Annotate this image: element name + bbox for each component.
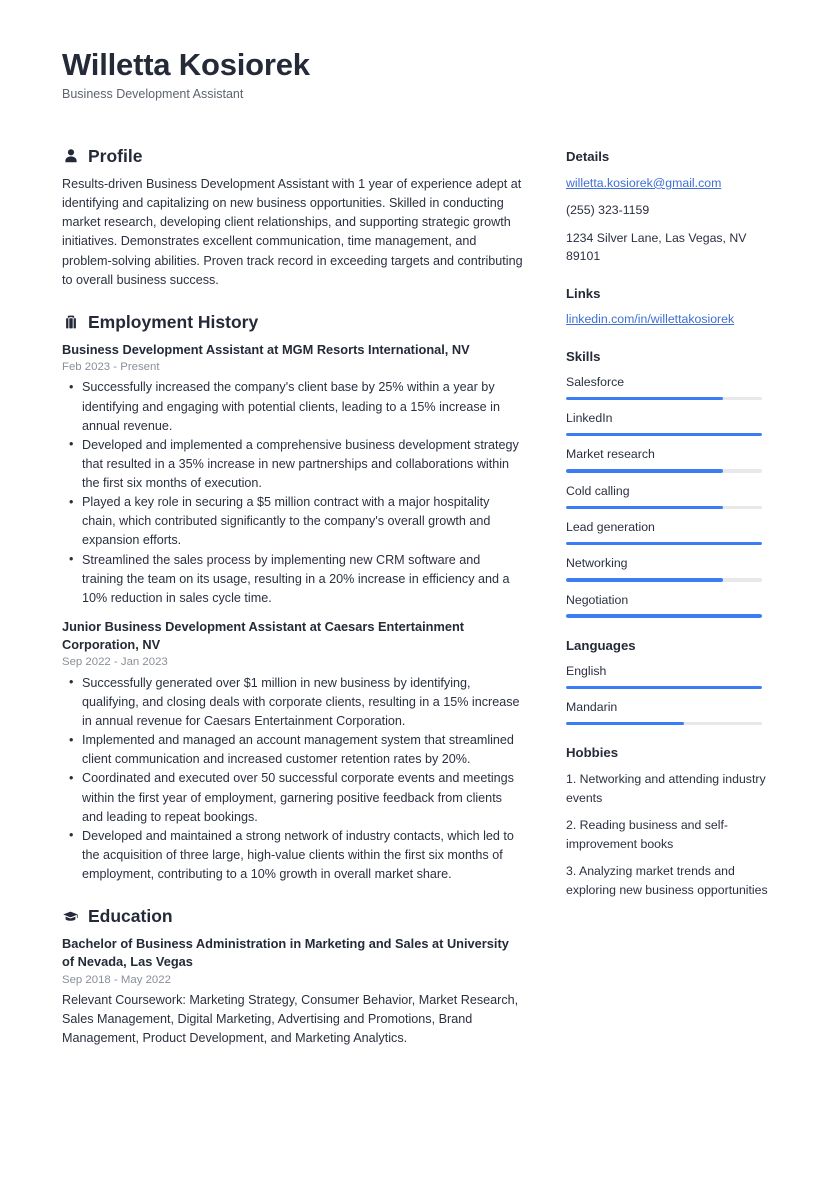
hobby-item: 3. Analyzing market trends and exploring… (566, 864, 768, 897)
profile-heading: Profile (62, 146, 524, 167)
skill-bar-fill (566, 541, 762, 546)
resume-body: Profile Results-driven Business Developm… (62, 146, 771, 1070)
briefcase-icon (62, 314, 79, 331)
language-row: Mandarin (566, 699, 771, 726)
sidebar-block-hobbies: Hobbies 1. Networking and attending indu… (566, 745, 771, 898)
sidebar-title-links: Links (566, 285, 601, 301)
section-title-education: Education (88, 906, 173, 927)
sidebar: Details willetta.kosiorek@gmail.com (255… (566, 146, 771, 919)
bullet-item: Played a key role in securing a $5 milli… (69, 493, 524, 550)
section-title-employment: Employment History (88, 311, 259, 332)
sidebar-title-details: Details (566, 148, 610, 164)
skill-label: Market research (566, 447, 655, 462)
section-profile: Profile Results-driven Business Developm… (62, 146, 524, 290)
skill-label: Negotiation (566, 592, 629, 607)
sidebar-block-links: Links linkedin.com/in/willettakosiorek (566, 286, 771, 329)
section-title-profile: Profile (88, 145, 143, 166)
candidate-name: Willetta Kosiorek (62, 47, 310, 82)
skill-row: LinkedIn (566, 410, 771, 437)
bullet-item: Developed and maintained a strong networ… (69, 826, 524, 884)
email-link[interactable]: willetta.kosiorek@gmail.com (566, 174, 771, 192)
bullet-item: Coordinated and executed over 50 success… (69, 769, 524, 826)
skill-row: Networking (566, 555, 771, 582)
section-education: Education Bachelor of Business Administr… (62, 906, 524, 1048)
employment-entry: Business Development Assistant at MGM Re… (62, 341, 524, 608)
skill-bar-track (566, 432, 762, 437)
sidebar-block-details: Details willetta.kosiorek@gmail.com (255… (566, 149, 771, 266)
employment-entry-date: Feb 2023 - Present (62, 360, 160, 373)
sidebar-block-languages: Languages English Mandarin (566, 638, 771, 726)
language-bar-fill (566, 685, 762, 690)
sidebar-title-skills: Skills (566, 348, 601, 364)
employment-entry-title: Junior Business Development Assistant at… (62, 619, 465, 653)
sidebar-title-languages: Languages (566, 637, 636, 653)
sidebar-block-skills: Skills Salesforce LinkedIn Market resear… (566, 349, 771, 618)
resume-page: Willetta Kosiorek Business Development A… (0, 0, 833, 1178)
skill-bar-fill (566, 578, 723, 582)
language-bar-track (566, 685, 762, 690)
skill-bar-fill (566, 432, 762, 437)
skill-bar-track (566, 614, 762, 618)
employment-entry-bullets: Successfully increased the company's cli… (62, 378, 524, 608)
skill-label: Cold calling (566, 483, 630, 498)
candidate-job-title: Business Development Assistant (62, 86, 244, 101)
education-entry-title: Bachelor of Business Administration in M… (62, 936, 509, 970)
hobby-item: 1. Networking and attending industry eve… (566, 772, 766, 805)
resume-header: Willetta Kosiorek Business Development A… (62, 47, 771, 102)
employment-body: Business Development Assistant at MGM Re… (62, 341, 524, 884)
profile-text: Results-driven Business Development Assi… (62, 176, 523, 287)
employment-entry-date: Sep 2022 - Jan 2023 (62, 656, 168, 669)
skill-row: Lead generation (566, 519, 771, 546)
profile-body: Results-driven Business Development Assi… (62, 175, 524, 290)
employment-entry-bullets: Successfully generated over $1 million i… (62, 673, 524, 885)
skill-bar-fill (566, 505, 723, 509)
main-column: Profile Results-driven Business Developm… (62, 146, 524, 1070)
education-entry-date: Sep 2018 - May 2022 (62, 973, 171, 986)
bullet-item: Implemented and managed an account manag… (69, 731, 524, 769)
employment-entry-title: Business Development Assistant at MGM Re… (62, 341, 470, 357)
language-label: Mandarin (566, 700, 618, 715)
skill-bar-track (566, 396, 762, 401)
phone-text: (255) 323-1159 (566, 203, 650, 218)
language-bar-fill (566, 721, 684, 726)
address-text: 1234 Silver Lane, Las Vegas, NV 89101 (566, 230, 747, 264)
skill-label: LinkedIn (566, 411, 613, 426)
skill-bar-track (566, 469, 762, 473)
skill-bar-track (566, 541, 762, 546)
education-heading: Education (62, 906, 524, 927)
language-label: English (566, 663, 607, 678)
language-row: English (566, 663, 771, 690)
bullet-item: Successfully increased the company's cli… (69, 378, 524, 435)
hobby-item: 2. Reading business and self-improvement… (566, 818, 729, 851)
skill-row: Market research (566, 446, 771, 473)
bullet-item: Streamlined the sales process by impleme… (69, 550, 524, 608)
skill-row: Cold calling (566, 483, 771, 509)
skill-label: Networking (566, 556, 628, 571)
employment-entry: Junior Business Development Assistant at… (62, 618, 524, 884)
sidebar-title-hobbies: Hobbies (566, 745, 619, 761)
employment-heading: Employment History (62, 312, 524, 333)
skill-bar-track (566, 505, 762, 509)
skill-label: Lead generation (566, 520, 655, 534)
bullet-item: Successfully generated over $1 million i… (69, 673, 524, 731)
education-entry: Bachelor of Business Administration in M… (62, 935, 524, 1048)
linkedin-link[interactable]: linkedin.com/in/willettakosiorek (566, 310, 771, 328)
skill-bar-fill (566, 614, 762, 618)
skill-bar-fill (566, 469, 723, 473)
skill-label: Salesforce (566, 374, 625, 389)
graduation-cap-icon (62, 908, 79, 925)
section-employment: Employment History Business Development … (62, 312, 524, 884)
skill-bar-fill (566, 396, 723, 401)
skill-row: Salesforce (566, 374, 771, 401)
education-entry-description: Relevant Coursework: Marketing Strategy,… (62, 993, 519, 1046)
skill-row: Negotiation (566, 592, 771, 618)
language-bar-track (566, 721, 762, 726)
bullet-item: Developed and implemented a comprehensiv… (69, 435, 524, 493)
skill-bar-track (566, 578, 762, 582)
user-icon (62, 148, 79, 165)
education-body: Bachelor of Business Administration in M… (62, 935, 524, 1048)
